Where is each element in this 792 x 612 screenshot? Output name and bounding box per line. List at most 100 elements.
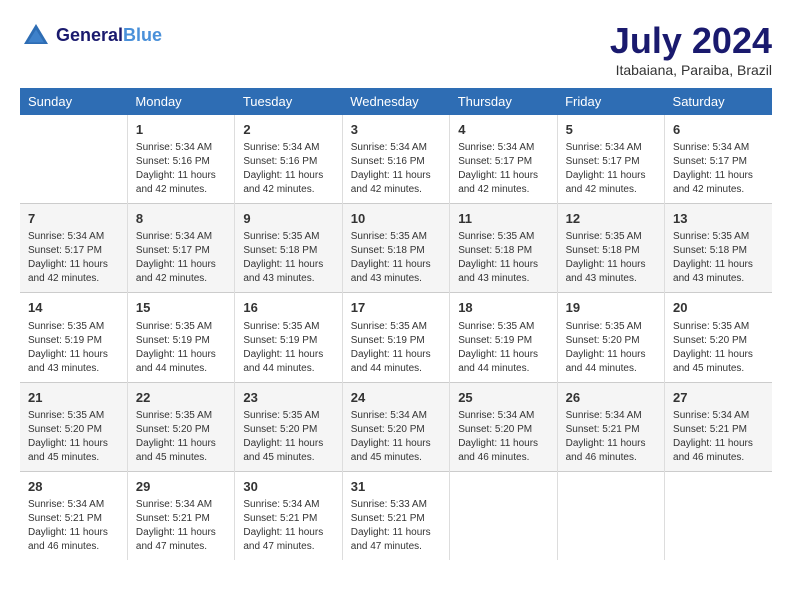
day-info: Sunrise: 5:35 AM Sunset: 5:18 PM Dayligh… — [673, 230, 764, 286]
day-info: Sunrise: 5:34 AM Sunset: 5:17 PM Dayligh… — [458, 141, 548, 197]
day-cell: 18 Sunrise: 5:35 AM Sunset: 5:19 PM Dayli… — [450, 293, 557, 382]
day-number: 4 — [458, 121, 548, 139]
day-info: Sunrise: 5:34 AM Sunset: 5:20 PM Dayligh… — [458, 409, 548, 465]
day-info: Sunrise: 5:34 AM Sunset: 5:21 PM Dayligh… — [243, 498, 333, 554]
day-cell: 13Sunrise: 5:35 AM Sunset: 5:18 PM Dayli… — [665, 204, 772, 293]
day-info: Sunrise: 5:34 AM Sunset: 5:21 PM Dayligh… — [673, 409, 764, 465]
day-cell: 10 Sunrise: 5:35 AM Sunset: 5:18 PM Dayli… — [342, 204, 449, 293]
day-number: 18 — [458, 299, 548, 317]
day-cell: 28 Sunrise: 5:34 AM Sunset: 5:21 PM Dayli… — [20, 471, 127, 560]
day-number: 24 — [351, 389, 441, 407]
day-number: 6 — [673, 121, 764, 139]
day-info: Sunrise: 5:34 AM Sunset: 5:16 PM Dayligh… — [243, 141, 333, 197]
day-info: Sunrise: 5:34 AM Sunset: 5:17 PM Dayligh… — [566, 141, 656, 197]
day-cell: 23Sunrise: 5:35 AM Sunset: 5:20 PM Dayli… — [235, 382, 342, 471]
day-cell: 25 Sunrise: 5:34 AM Sunset: 5:20 PM Dayli… — [450, 382, 557, 471]
day-info: Sunrise: 5:35 AM Sunset: 5:20 PM Dayligh… — [136, 409, 226, 465]
day-cell: 21Sunrise: 5:35 AM Sunset: 5:20 PM Dayli… — [20, 382, 127, 471]
col-header-wednesday: Wednesday — [342, 88, 449, 115]
day-number: 17 — [351, 299, 441, 317]
day-cell — [20, 115, 127, 204]
day-number: 30 — [243, 478, 333, 496]
day-cell: 16 Sunrise: 5:35 AM Sunset: 5:19 PM Dayli… — [235, 293, 342, 382]
day-number: 29 — [136, 478, 226, 496]
col-header-monday: Monday — [127, 88, 234, 115]
day-cell: 12Sunrise: 5:35 AM Sunset: 5:18 PM Dayli… — [557, 204, 664, 293]
day-info: Sunrise: 5:35 AM Sunset: 5:20 PM Dayligh… — [566, 320, 656, 376]
day-cell: 14 Sunrise: 5:35 AM Sunset: 5:19 PM Dayli… — [20, 293, 127, 382]
day-info: Sunrise: 5:33 AM Sunset: 5:21 PM Dayligh… — [351, 498, 441, 554]
day-info: Sunrise: 5:35 AM Sunset: 5:19 PM Dayligh… — [243, 320, 333, 376]
day-number: 8 — [136, 210, 226, 228]
day-cell: 7Sunrise: 5:34 AM Sunset: 5:17 PM Daylig… — [20, 204, 127, 293]
col-header-tuesday: Tuesday — [235, 88, 342, 115]
day-number: 14 — [28, 299, 119, 317]
day-info: Sunrise: 5:35 AM Sunset: 5:18 PM Dayligh… — [351, 230, 441, 286]
day-number: 25 — [458, 389, 548, 407]
day-number: 10 — [351, 210, 441, 228]
day-info: Sunrise: 5:35 AM Sunset: 5:20 PM Dayligh… — [243, 409, 333, 465]
week-row-4: 21Sunrise: 5:35 AM Sunset: 5:20 PM Dayli… — [20, 382, 772, 471]
day-number: 26 — [566, 389, 656, 407]
day-cell: 4 Sunrise: 5:34 AM Sunset: 5:17 PM Daylig… — [450, 115, 557, 204]
day-cell — [450, 471, 557, 560]
col-header-sunday: Sunday — [20, 88, 127, 115]
day-info: Sunrise: 5:34 AM Sunset: 5:16 PM Dayligh… — [351, 141, 441, 197]
day-cell: 22 Sunrise: 5:35 AM Sunset: 5:20 PM Dayli… — [127, 382, 234, 471]
day-info: Sunrise: 5:35 AM Sunset: 5:19 PM Dayligh… — [351, 320, 441, 376]
day-number: 5 — [566, 121, 656, 139]
week-row-3: 14 Sunrise: 5:35 AM Sunset: 5:19 PM Dayli… — [20, 293, 772, 382]
day-cell: 19 Sunrise: 5:35 AM Sunset: 5:20 PM Dayli… — [557, 293, 664, 382]
day-number: 2 — [243, 121, 333, 139]
day-cell: 15 Sunrise: 5:35 AM Sunset: 5:19 PM Dayli… — [127, 293, 234, 382]
day-cell: 11 Sunrise: 5:35 AM Sunset: 5:18 PM Dayli… — [450, 204, 557, 293]
day-cell: 26Sunrise: 5:34 AM Sunset: 5:21 PM Dayli… — [557, 382, 664, 471]
logo: GeneralBlue — [20, 20, 162, 52]
week-row-5: 28 Sunrise: 5:34 AM Sunset: 5:21 PM Dayli… — [20, 471, 772, 560]
day-info: Sunrise: 5:35 AM Sunset: 5:19 PM Dayligh… — [458, 320, 548, 376]
day-cell: 30 Sunrise: 5:34 AM Sunset: 5:21 PM Dayli… — [235, 471, 342, 560]
logo-text: GeneralBlue — [56, 26, 162, 46]
day-info: Sunrise: 5:34 AM Sunset: 5:16 PM Dayligh… — [136, 141, 226, 197]
day-number: 22 — [136, 389, 226, 407]
day-cell: 29 Sunrise: 5:34 AM Sunset: 5:21 PM Dayli… — [127, 471, 234, 560]
calendar-table: SundayMondayTuesdayWednesdayThursdayFrid… — [20, 88, 772, 560]
day-info: Sunrise: 5:34 AM Sunset: 5:21 PM Dayligh… — [136, 498, 226, 554]
day-info: Sunrise: 5:34 AM Sunset: 5:21 PM Dayligh… — [28, 498, 119, 554]
day-cell: 6Sunrise: 5:34 AM Sunset: 5:17 PM Daylig… — [665, 115, 772, 204]
day-cell: 8 Sunrise: 5:34 AM Sunset: 5:17 PM Daylig… — [127, 204, 234, 293]
day-info: Sunrise: 5:35 AM Sunset: 5:19 PM Dayligh… — [136, 320, 226, 376]
day-info: Sunrise: 5:34 AM Sunset: 5:17 PM Dayligh… — [136, 230, 226, 286]
day-cell — [665, 471, 772, 560]
day-number: 16 — [243, 299, 333, 317]
day-cell: 31 Sunrise: 5:33 AM Sunset: 5:21 PM Dayli… — [342, 471, 449, 560]
day-cell: 3Sunrise: 5:34 AM Sunset: 5:16 PM Daylig… — [342, 115, 449, 204]
day-number: 27 — [673, 389, 764, 407]
day-info: Sunrise: 5:35 AM Sunset: 5:18 PM Dayligh… — [566, 230, 656, 286]
week-row-2: 7 Sunrise: 5:34 AM Sunset: 5:17 PM Daylig… — [20, 204, 772, 293]
day-number: 7 — [28, 210, 119, 228]
day-cell: 24 Sunrise: 5:34 AM Sunset: 5:20 PM Dayli… — [342, 382, 449, 471]
day-cell: 1 Sunrise: 5:34 AM Sunset: 5:16 PM Daylig… — [127, 115, 234, 204]
day-number: 1 — [136, 121, 226, 139]
day-number: 31 — [351, 478, 441, 496]
day-number: 11 — [458, 210, 548, 228]
day-cell: 20Sunrise: 5:35 AM Sunset: 5:20 PM Dayli… — [665, 293, 772, 382]
week-row-1: 1 Sunrise: 5:34 AM Sunset: 5:16 PM Daylig… — [20, 115, 772, 204]
day-cell: 9 Sunrise: 5:35 AM Sunset: 5:18 PM Daylig… — [235, 204, 342, 293]
day-info: Sunrise: 5:34 AM Sunset: 5:20 PM Dayligh… — [351, 409, 441, 465]
col-header-saturday: Saturday — [665, 88, 772, 115]
day-number: 9 — [243, 210, 333, 228]
day-info: Sunrise: 5:35 AM Sunset: 5:19 PM Dayligh… — [28, 320, 119, 376]
day-info: Sunrise: 5:35 AM Sunset: 5:18 PM Dayligh… — [243, 230, 333, 286]
page-header: GeneralBlue July 2024 Itabaiana, Paraiba… — [20, 20, 772, 78]
day-cell — [557, 471, 664, 560]
day-number: 28 — [28, 478, 119, 496]
day-info: Sunrise: 5:35 AM Sunset: 5:18 PM Dayligh… — [458, 230, 548, 286]
day-cell: 2 Sunrise: 5:34 AM Sunset: 5:16 PM Daylig… — [235, 115, 342, 204]
day-number: 19 — [566, 299, 656, 317]
day-number: 15 — [136, 299, 226, 317]
logo-icon — [20, 20, 52, 52]
day-cell: 5 Sunrise: 5:34 AM Sunset: 5:17 PM Daylig… — [557, 115, 664, 204]
day-cell: 27 Sunrise: 5:34 AM Sunset: 5:21 PM Dayli… — [665, 382, 772, 471]
